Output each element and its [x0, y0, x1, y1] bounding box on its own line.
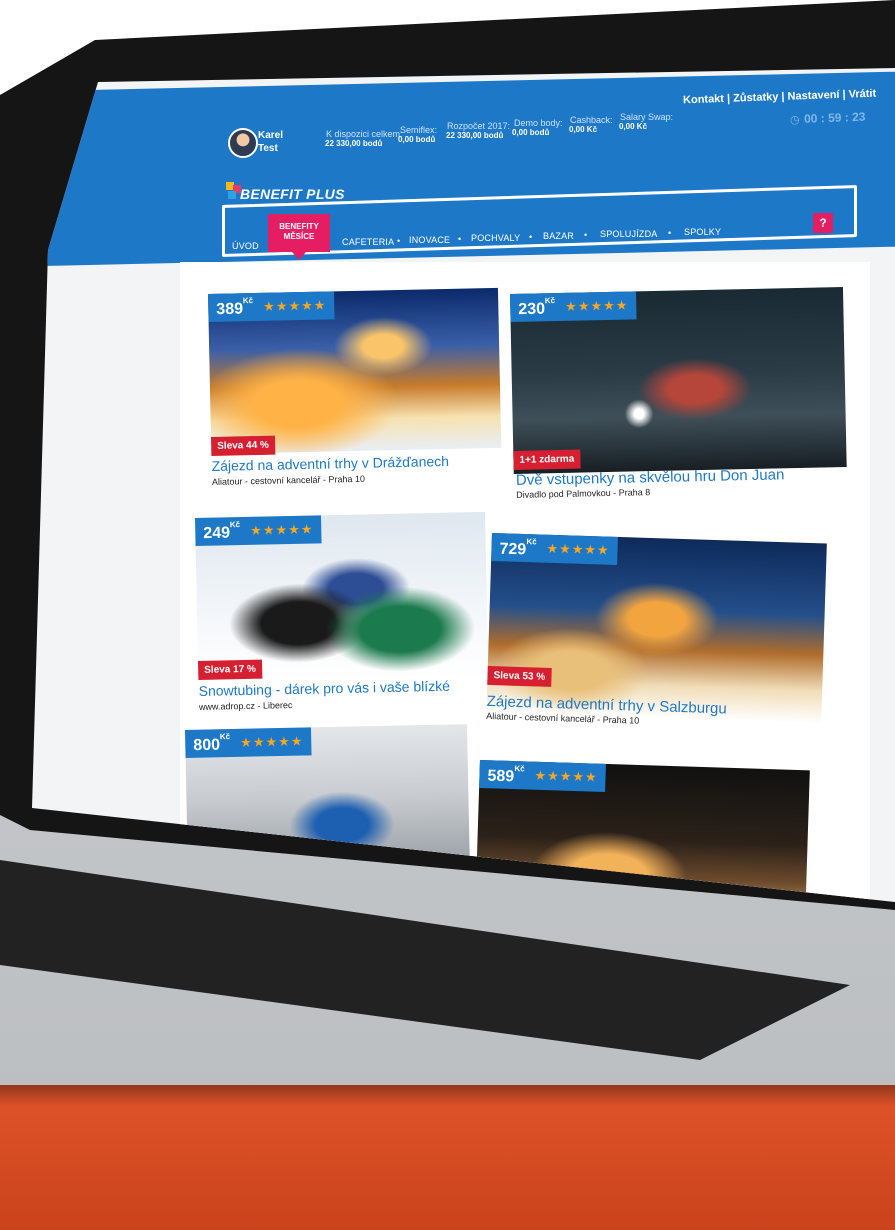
balance-value: 0,00 bodů: [512, 128, 550, 137]
nav-separator: •: [458, 234, 462, 244]
balance-label: K dispozici celkem:: [326, 129, 403, 139]
balance-label: Cashback:: [570, 115, 613, 125]
logo-icon: [226, 182, 241, 200]
nav-item-spolky[interactable]: SPOLKY: [684, 227, 721, 237]
balance-label: Salary Swap:: [620, 112, 674, 122]
discount-badge: Sleva 53 %: [487, 665, 552, 687]
nav-item-inovace[interactable]: INOVACE: [409, 235, 450, 245]
price-value: 389: [216, 300, 244, 318]
nav-item-benefity-mesice[interactable]: BENEFITY MĚSÍCE: [268, 214, 330, 260]
balance-value: 22 330,00 bodů: [446, 131, 504, 140]
nav-item-bazar[interactable]: BAZAR: [543, 231, 574, 241]
user-first-name: Karel: [258, 130, 284, 141]
rating-stars-icon: ★★★★★: [534, 767, 598, 785]
offer-card[interactable]: 230Kč ★★★★★ 1+1 zdarma Dvě vstupenky na s…: [510, 287, 854, 500]
offer-price: 230Kč ★★★★★: [510, 291, 637, 322]
rating-stars-icon: ★★★★★: [565, 297, 629, 314]
price-value: 589: [487, 767, 515, 786]
currency-label: Kč: [544, 295, 556, 306]
offer-title[interactable]: Zájezd na adventní trhy v Drážďanech: [211, 453, 449, 474]
user-avatar[interactable]: [228, 128, 258, 158]
offer-card[interactable]: 249Kč ★★★★★ Sleva 17 % Snowtubing - dárek…: [195, 511, 494, 718]
offer-provider: Aliatour - cestovní kancelář - Praha 10: [211, 473, 366, 487]
rating-stars-icon: ★★★★★: [263, 297, 327, 314]
price-value: 729: [499, 540, 527, 559]
nav-item-pochvaly[interactable]: POCHVALY: [471, 233, 520, 243]
logo-text[interactable]: BENEFIT PLUS: [240, 186, 345, 202]
price-value: 230: [518, 300, 546, 318]
currency-label: Kč: [229, 519, 241, 530]
offer-card[interactable]: 729Kč ★★★★★ Sleva 53 % Zájezd na adventní…: [486, 533, 832, 744]
offer-card[interactable]: 389Kč ★★★★★ Sleva 44 % Zájezd na adventní…: [208, 287, 504, 494]
nav-item-cafeteria[interactable]: CAFETERIA: [342, 237, 394, 247]
offer-price: 589Kč ★★★★★: [479, 760, 607, 792]
currency-label: Kč: [219, 731, 231, 742]
balance-value: 0,00 Kč: [569, 125, 598, 134]
help-button[interactable]: ?: [813, 213, 833, 233]
offer-price: 249Kč ★★★★★: [195, 515, 322, 546]
balance-value: 22 330,00 bodů: [325, 139, 383, 148]
nav-item-label: BENEFITY MĚSÍCE: [279, 222, 319, 241]
balance-label: Rozpočet 2017:: [447, 121, 511, 131]
price-value: 249: [203, 524, 231, 542]
nav-separator: •: [397, 236, 401, 246]
nav-separator: •: [529, 232, 533, 242]
currency-label: Kč: [526, 536, 537, 547]
timer-value: 00 : 59 : 23: [803, 109, 866, 126]
balance-label: Semiflex:: [400, 125, 438, 135]
currency-label: Kč: [514, 763, 525, 774]
nav-item-uvod[interactable]: ÚVOD: [232, 241, 259, 251]
timer: ◷ 00 : 59 : 23: [790, 108, 866, 129]
currency-label: Kč: [242, 295, 254, 306]
rating-stars-icon: ★★★★★: [546, 540, 610, 558]
discount-badge: Sleva 17 %: [197, 659, 263, 680]
clock-icon: ◷: [789, 113, 800, 127]
balance-label: Demo body:: [514, 118, 563, 128]
balance-value: 0,00 bodů: [398, 135, 436, 144]
rating-stars-icon: ★★★★★: [240, 733, 304, 750]
user-last-name: Test: [258, 143, 278, 154]
rating-stars-icon: ★★★★★: [250, 521, 314, 538]
price-value: 800: [193, 736, 221, 754]
offer-price: 729Kč ★★★★★: [491, 533, 619, 565]
discount-badge: Sleva 44 %: [210, 435, 276, 456]
nav-separator: •: [584, 230, 588, 240]
nav-separator: •: [668, 228, 672, 238]
offer-price: 389Kč ★★★★★: [208, 291, 335, 322]
discount-badge: 1+1 zdarma: [513, 449, 581, 470]
offer-provider: www.adrop.cz - Liberec: [198, 700, 293, 712]
surface-shadow: [0, 1085, 895, 1107]
offer-price: 800Kč ★★★★★: [185, 727, 312, 758]
nav-item-spolujizda[interactable]: SPOLUJÍZDA: [600, 229, 658, 239]
balance-value: 0,00 Kč: [619, 122, 648, 131]
